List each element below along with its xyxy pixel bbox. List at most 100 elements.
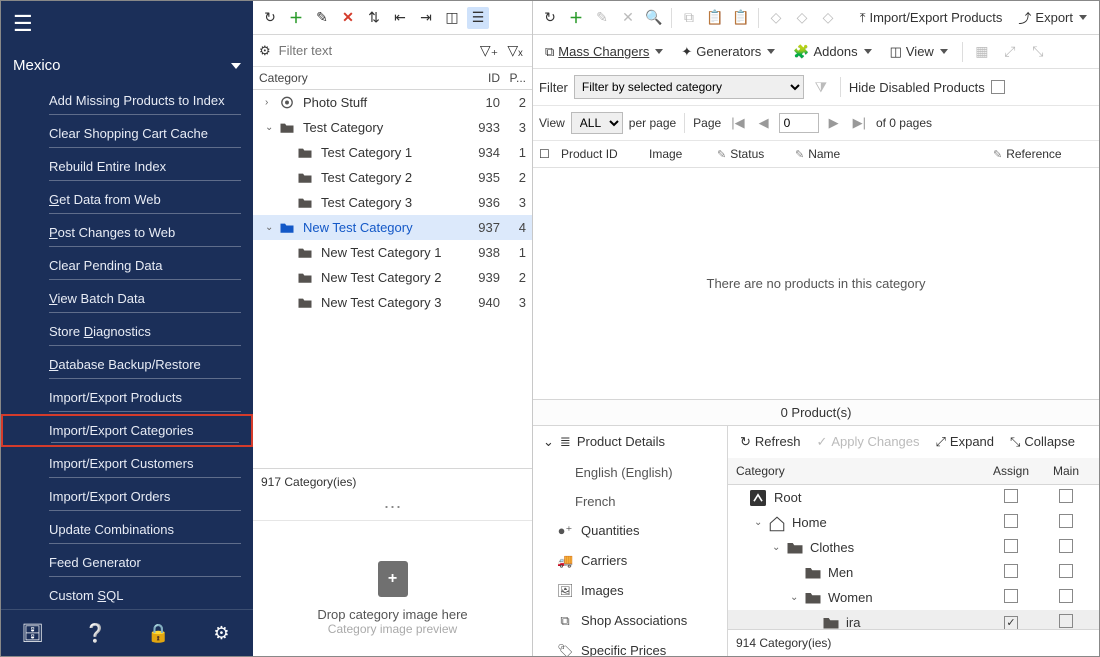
expander-icon[interactable]: ⌄ xyxy=(754,517,768,528)
main-checkbox[interactable] xyxy=(1059,614,1073,628)
expander-icon[interactable]: ⌄ xyxy=(772,542,786,553)
expander-icon[interactable]: › xyxy=(265,97,279,108)
add-icon[interactable]: ＋ xyxy=(285,7,307,29)
sidebar-item[interactable]: Import/Export Products xyxy=(1,381,253,414)
view-button[interactable]: ◫ View xyxy=(884,42,954,62)
sort-icon[interactable]: ☰ xyxy=(467,7,489,29)
category-tree-row[interactable]: Test Category 29352 xyxy=(253,165,532,190)
last-page-icon[interactable]: ▶| xyxy=(849,115,870,131)
col-id[interactable]: ID xyxy=(460,71,500,85)
category-filter-input[interactable] xyxy=(275,39,474,62)
main-checkbox[interactable] xyxy=(1059,539,1073,553)
expander-icon[interactable]: ⌄ xyxy=(265,122,279,133)
mass-changers-button[interactable]: ⧉ Mass Changers xyxy=(539,42,669,62)
detail-item[interactable]: 🖼Images xyxy=(533,576,727,606)
main-checkbox[interactable] xyxy=(1059,489,1073,503)
page-number-input[interactable] xyxy=(779,113,819,133)
generators-button[interactable]: ✦ Generators xyxy=(675,42,781,62)
indent-icon[interactable]: ⇥ xyxy=(415,7,437,29)
hamburger-menu-icon[interactable]: ☰ xyxy=(1,1,253,47)
toggle-icon[interactable]: ◫ xyxy=(441,7,463,29)
category-tree-row[interactable]: ⌄Test Category9333 xyxy=(253,115,532,140)
sidebar-item[interactable]: Clear Pending Data xyxy=(1,249,253,282)
detail-item[interactable]: 🚚Carriers xyxy=(533,546,727,576)
sidebar-item[interactable]: Database Backup/Restore xyxy=(1,348,253,381)
assign-checkbox[interactable] xyxy=(1004,589,1018,603)
add-product-icon[interactable]: ＋ xyxy=(565,7,587,29)
col-product-id[interactable]: Product ID xyxy=(561,147,641,161)
product-details-header[interactable]: ⌄ ≣ Product Details xyxy=(533,426,727,458)
col-category[interactable]: Category xyxy=(259,71,460,85)
select-all-checkbox[interactable]: ☐ xyxy=(539,147,553,161)
category-tree-row[interactable]: New Test Category 39403 xyxy=(253,290,532,315)
filter-clear-icon[interactable]: ▽ₓ xyxy=(504,40,526,62)
col-position[interactable]: P... xyxy=(500,71,526,85)
category-image-dropzone[interactable]: Drop category image here Category image … xyxy=(253,520,532,656)
expand-button[interactable]: ⤢ Expand xyxy=(932,432,999,452)
export-button[interactable]: ⤴ Export xyxy=(1012,6,1093,29)
assignment-tree-row[interactable]: Root xyxy=(728,485,1099,510)
sidebar-item[interactable]: Get Data from Web xyxy=(1,183,253,216)
sidebar-item[interactable]: Rebuild Entire Index xyxy=(1,150,253,183)
col-category[interactable]: Category xyxy=(736,464,981,478)
inbox-icon[interactable]: 🗄 xyxy=(20,620,46,646)
sidebar-item[interactable]: Feed Generator xyxy=(1,546,253,579)
outdent-icon[interactable]: ⇤ xyxy=(389,7,411,29)
sidebar-item[interactable]: Update Combinations xyxy=(1,513,253,546)
import-export-products-button[interactable]: ⤒ Import/Export Products xyxy=(854,8,1009,28)
detail-item[interactable]: English (English) xyxy=(533,458,727,487)
edit-icon[interactable]: ✎ xyxy=(311,7,333,29)
sidebar-item[interactable]: Post Changes to Web xyxy=(1,216,253,249)
main-checkbox[interactable] xyxy=(1059,514,1073,528)
main-checkbox[interactable] xyxy=(1059,589,1073,603)
next-page-icon[interactable]: ▶ xyxy=(825,115,843,131)
col-reference[interactable]: ✎Reference xyxy=(993,147,1093,161)
sidebar-item[interactable]: Import/Export Categories xyxy=(1,414,253,447)
sidebar-item[interactable]: Clear Shopping Cart Cache xyxy=(1,117,253,150)
col-main[interactable]: Main xyxy=(1041,464,1091,478)
assign-checkbox[interactable] xyxy=(1004,539,1018,553)
category-tree-row[interactable]: Test Category 19341 xyxy=(253,140,532,165)
assignment-tree-row[interactable]: ira✓ xyxy=(728,610,1099,630)
sidebar-item[interactable]: View Batch Data xyxy=(1,282,253,315)
category-tree-row[interactable]: New Test Category 19381 xyxy=(253,240,532,265)
sidebar-item[interactable]: Add Missing Products to Index xyxy=(1,84,253,117)
prev-page-icon[interactable]: ◀ xyxy=(755,115,773,131)
col-image[interactable]: Image xyxy=(649,147,709,161)
search-icon[interactable]: 🔍 xyxy=(643,7,665,29)
assign-checkbox[interactable]: ✓ xyxy=(1004,616,1018,629)
page-size-select[interactable]: ALL xyxy=(571,112,623,134)
collapse-button[interactable]: ⤡ Collapse xyxy=(1006,432,1079,452)
help-icon[interactable]: ❔ xyxy=(83,620,109,646)
region-selector[interactable]: Mexico xyxy=(1,47,253,84)
refresh-icon[interactable]: ↻ xyxy=(259,7,281,29)
settings-gear-icon[interactable]: ⚙ xyxy=(209,620,235,646)
col-status[interactable]: ✎Status xyxy=(717,147,787,161)
assign-checkbox[interactable] xyxy=(1004,489,1018,503)
refresh-icon[interactable]: ↻ xyxy=(539,7,561,29)
delete-icon[interactable]: ✕ xyxy=(337,7,359,29)
col-name[interactable]: ✎Name xyxy=(795,147,985,161)
category-tree-row[interactable]: Test Category 39363 xyxy=(253,190,532,215)
sidebar-item[interactable]: Store Diagnostics xyxy=(1,315,253,348)
first-page-icon[interactable]: |◀ xyxy=(727,115,748,131)
assignment-tree-row[interactable]: ⌄Home xyxy=(728,510,1099,535)
filter-add-icon[interactable]: ▽₊ xyxy=(478,40,500,62)
category-tree-row[interactable]: ⌄New Test Category9374 xyxy=(253,215,532,240)
category-tree-row[interactable]: ›Photo Stuff102 xyxy=(253,90,532,115)
assignment-tree-row[interactable]: Men xyxy=(728,560,1099,585)
col-assign[interactable]: Assign xyxy=(981,464,1041,478)
detail-item[interactable]: ⧉Shop Associations xyxy=(533,606,727,636)
assignment-tree-row[interactable]: ⌄Clothes xyxy=(728,535,1099,560)
expander-icon[interactable]: ⌄ xyxy=(265,222,279,233)
expander-icon[interactable]: ⌄ xyxy=(790,592,804,603)
main-checkbox[interactable] xyxy=(1059,564,1073,578)
assignment-tree-row[interactable]: ⌄Women xyxy=(728,585,1099,610)
assign-checkbox[interactable] xyxy=(1004,514,1018,528)
addons-button[interactable]: 🧩 Addons xyxy=(787,42,877,62)
sidebar-item[interactable]: Import/Export Orders xyxy=(1,480,253,513)
detail-item[interactable]: 🏷Specific Prices xyxy=(533,636,727,657)
refresh-button[interactable]: ↻ Refresh xyxy=(736,432,804,452)
filter-select[interactable]: Filter by selected category xyxy=(574,75,804,99)
sidebar-item[interactable]: Custom SQL xyxy=(1,579,253,609)
